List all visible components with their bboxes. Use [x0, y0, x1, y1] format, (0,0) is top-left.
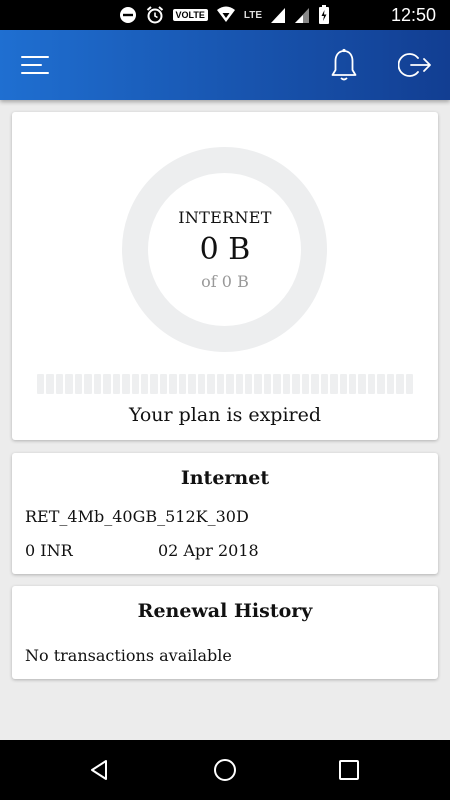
- usage-segment: [273, 374, 281, 394]
- status-icons: VOLTE LTE: [119, 4, 331, 26]
- logout-icon: [398, 53, 431, 77]
- usage-segment: [178, 374, 187, 394]
- network-type: LTE: [243, 9, 262, 21]
- usage-segment: [169, 374, 177, 394]
- signal-icon: [271, 8, 285, 23]
- usage-segment: [84, 374, 92, 394]
- bell-icon: [331, 48, 357, 81]
- usage-segment: [131, 374, 139, 394]
- usage-segment: [112, 374, 121, 394]
- usage-segment: [386, 374, 395, 394]
- usage-segment: [37, 374, 45, 394]
- usage-segment: [46, 374, 54, 394]
- plan-date: 02 Apr 2018: [158, 541, 259, 560]
- usage-progress-bar: [37, 374, 414, 394]
- usage-segment: [320, 374, 329, 394]
- usage-segment: [226, 374, 234, 394]
- renewal-history-card: Renewal History No transactions availabl…: [12, 586, 438, 679]
- menu-button[interactable]: [14, 44, 56, 86]
- usage-segment: [377, 374, 385, 394]
- back-icon: [91, 760, 107, 780]
- usage-segment: [140, 374, 149, 394]
- plan-card[interactable]: Internet RET_4Mb_40GB_512K_30D 0 INR 02 …: [12, 453, 438, 574]
- usage-segment: [150, 374, 158, 394]
- usage-segment: [301, 374, 310, 394]
- usage-segment: [263, 374, 272, 394]
- recents-icon: [339, 760, 359, 780]
- usage-segment: [235, 374, 243, 394]
- usage-segment: [244, 374, 253, 394]
- menu-icon: [21, 56, 49, 74]
- usage-segment: [197, 374, 206, 394]
- usage-total: of 0 B: [201, 272, 249, 291]
- usage-segment: [311, 374, 319, 394]
- usage-segment: [188, 374, 196, 394]
- usage-segment: [93, 374, 102, 394]
- alarm-icon: [146, 6, 163, 24]
- usage-segment: [65, 374, 73, 394]
- renewal-history-message: No transactions available: [25, 646, 232, 665]
- usage-segment: [348, 374, 357, 394]
- usage-category: INTERNET: [178, 208, 272, 227]
- home-button[interactable]: [209, 754, 241, 786]
- usage-segment: [55, 374, 64, 394]
- battery-icon: [319, 5, 329, 24]
- usage-used: 0 B: [199, 232, 251, 267]
- logout-button[interactable]: [394, 44, 436, 86]
- plan-card-title: Internet: [180, 467, 270, 489]
- usage-segment: [339, 374, 347, 394]
- usage-segment: [367, 374, 376, 394]
- signal-icon: [295, 8, 309, 23]
- app-bar: [0, 30, 450, 100]
- dnd-icon: [119, 7, 136, 23]
- notifications-button[interactable]: [323, 44, 365, 86]
- plan-name: RET_4Mb_40GB_512K_30D: [25, 507, 249, 526]
- recents-button[interactable]: [333, 754, 365, 786]
- usage-segment: [103, 374, 111, 394]
- usage-card: INTERNET 0 B of 0 B Your plan is expired: [12, 112, 438, 440]
- usage-segment: [282, 374, 291, 394]
- renewal-history-title: Renewal History: [137, 600, 313, 622]
- back-button[interactable]: [83, 754, 115, 786]
- usage-segment: [292, 374, 300, 394]
- usage-segment: [122, 374, 130, 394]
- usage-segment: [207, 374, 215, 394]
- usage-segment: [405, 374, 414, 394]
- volte-icon: VOLTE: [172, 9, 208, 21]
- usage-segment: [159, 374, 168, 394]
- usage-segment: [254, 374, 262, 394]
- wifi-icon: [216, 6, 235, 22]
- plan-status: Your plan is expired: [128, 404, 322, 426]
- usage-segment: [216, 374, 225, 394]
- home-icon: [214, 759, 236, 781]
- usage-segment: [330, 374, 338, 394]
- navigation-bar: [0, 740, 450, 800]
- usage-segment: [358, 374, 366, 394]
- status-bar: VOLTE LTE 12:50: [0, 0, 450, 30]
- status-time: 12:50: [390, 5, 436, 25]
- usage-segment: [74, 374, 83, 394]
- usage-segment: [396, 374, 404, 394]
- plan-price: 0 INR: [25, 541, 73, 560]
